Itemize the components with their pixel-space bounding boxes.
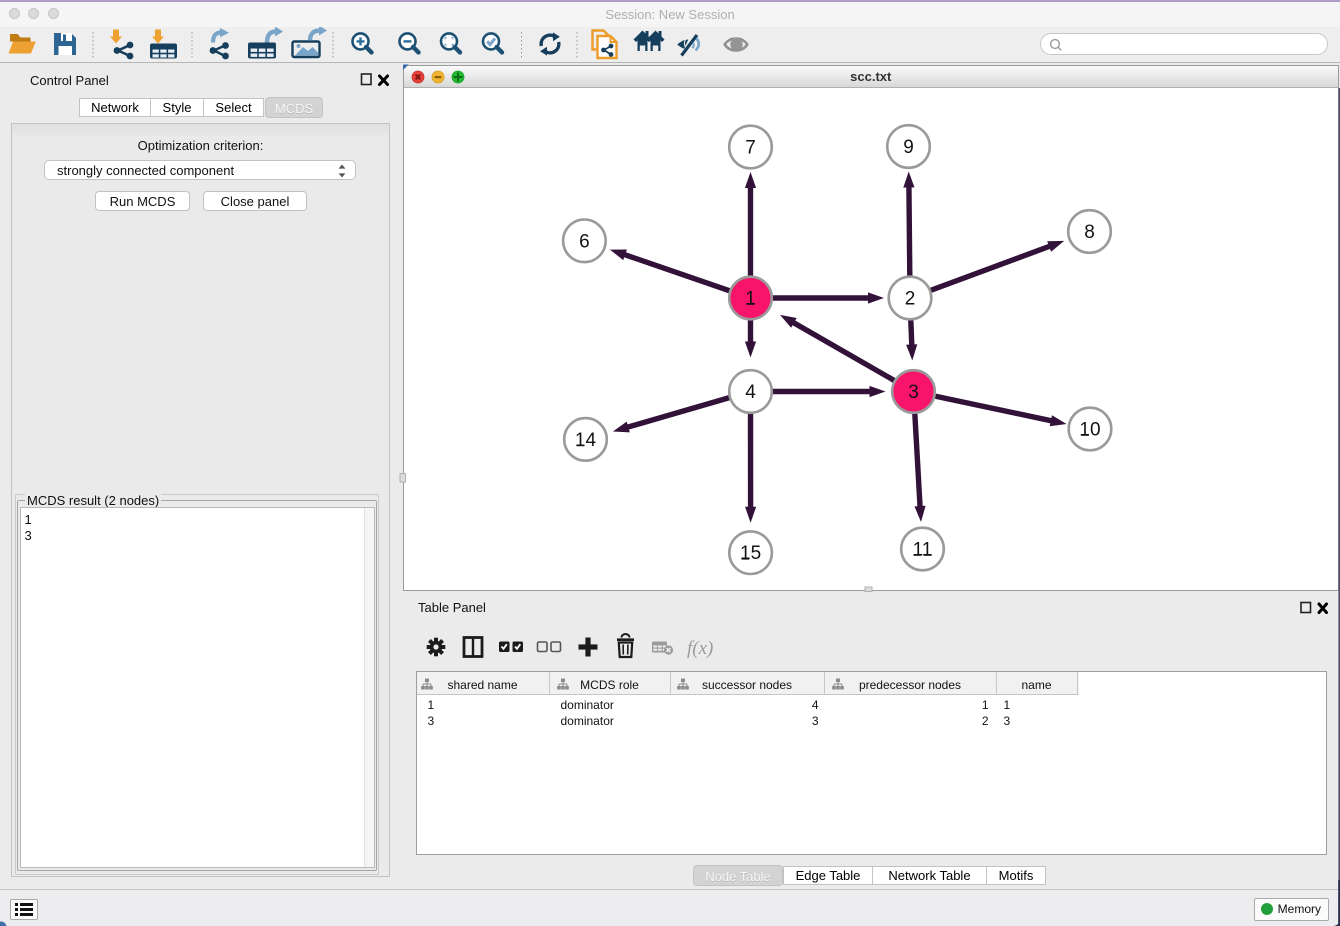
svg-text:f(x): f(x) — [687, 638, 713, 659]
svg-text:14: 14 — [575, 430, 597, 451]
svg-text:6: 6 — [579, 231, 590, 252]
svg-text:2: 2 — [905, 289, 916, 310]
svg-text:3: 3 — [908, 382, 919, 403]
svg-text:7: 7 — [745, 138, 756, 159]
svg-text:4: 4 — [745, 382, 756, 403]
svg-text:1: 1 — [745, 289, 756, 310]
svg-text:15: 15 — [740, 543, 761, 564]
svg-text:11: 11 — [913, 540, 933, 561]
svg-text:10: 10 — [1079, 420, 1100, 441]
svg-text:9: 9 — [903, 137, 914, 158]
svg-text:8: 8 — [1084, 222, 1095, 243]
